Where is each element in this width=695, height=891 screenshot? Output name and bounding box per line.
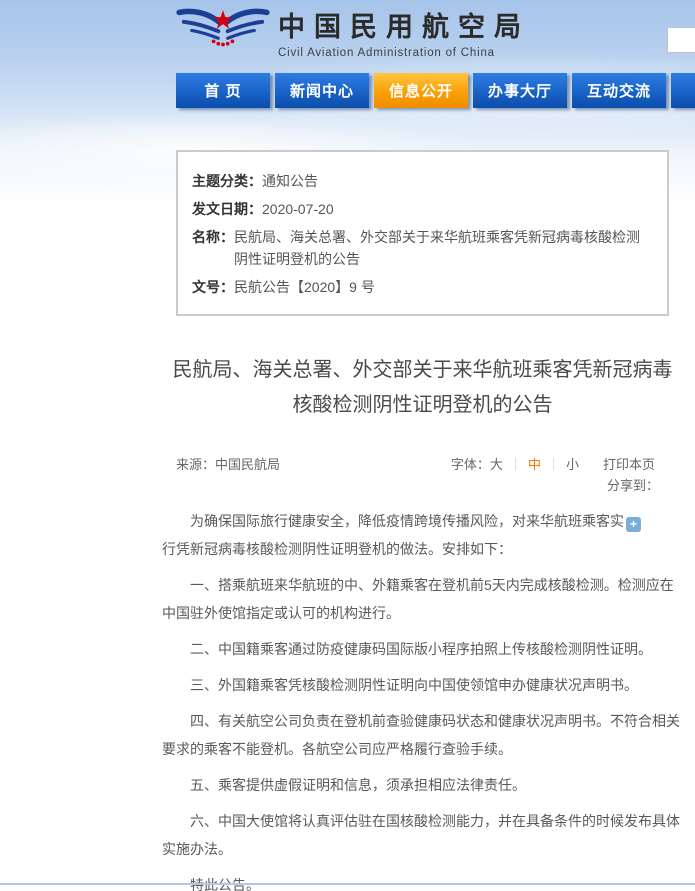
red-star [214,10,233,29]
meta-value: 通知公告 [262,170,318,192]
meta-row-date: 发文日期： 2020-07-20 [192,198,653,220]
search-input[interactable] [667,27,695,53]
nav-tab-info-disclosure[interactable]: 信息公开 [374,73,468,108]
paragraph-item-3: 三、外国籍乘客凭核酸检测阴性证明向中国使领馆申办健康状况声明书。 [162,671,683,699]
font-size-medium-button[interactable]: 中 [528,457,541,472]
font-size-small-button[interactable]: 小 [566,457,579,472]
meta-value: 民航公告【2020】9 号 [234,276,375,298]
print-page-button[interactable]: 打印本页 [603,457,655,472]
share-row: 分享到： [162,475,683,497]
meta-value: 2020-07-20 [262,198,334,220]
article-source: 来源：中国民航局 [176,455,280,475]
nav-tab-service-hall[interactable]: 办事大厅 [473,73,567,108]
document-meta-box: 主题分类： 通知公告 发文日期： 2020-07-20 名称： 民航局、海关总署… [176,150,669,316]
paragraph-closing: 特此公告。 [162,871,683,891]
article-panel: 主题分类： 通知公告 发文日期： 2020-07-20 名称： 民航局、海关总署… [162,140,683,891]
site-header: 中国民用航空局 Civil Aviation Administration of… [176,4,530,60]
caac-wings-logo-icon[interactable] [176,4,270,60]
meta-label: 名称： [192,226,234,270]
meta-label: 文号： [192,276,234,298]
footer-divider [0,883,695,885]
meta-label: 主题分类： [192,170,262,192]
paragraph-item-5: 五、乘客提供虚假证明和信息，须承担相应法律责任。 [162,771,683,799]
nav-tab-interaction[interactable]: 互动交流 [572,73,666,108]
nav-tab-news[interactable]: 新闻中心 [275,73,369,108]
meta-row-doc-number: 文号： 民航公告【2020】9 号 [192,276,653,298]
share-more-icon[interactable]: + [626,517,641,532]
meta-value: 民航局、海关总署、外交部关于来华航班乘客凭新冠病毒核酸检测阴性证明登机的公告 [234,226,653,270]
site-title-en: Civil Aviation Administration of China [278,47,530,59]
font-size-controls: 字体：大｜中｜小打印本页 [451,455,655,475]
site-title-cn: 中国民用航空局 [278,5,530,44]
meta-row-category: 主题分类： 通知公告 [192,170,653,192]
article-body: 为确保国际旅行健康安全，降低疫情跨境传播风险，对来华航班乘客实+行凭新冠病毒核酸… [162,507,683,891]
share-to-label: 分享到： [607,478,659,493]
source-row: 来源：中国民航局 字体：大｜中｜小打印本页 [162,455,683,475]
meta-row-name: 名称： 民航局、海关总署、外交部关于来华航班乘客凭新冠病毒核酸检测阴性证明登机的… [192,226,653,270]
paragraph-item-4: 四、有关航空公司负责在登机前查验健康码状态和健康状况声明书。不符合相关要求的乘客… [162,707,683,763]
font-size-label: 字体： [451,457,490,472]
meta-label: 发文日期： [192,198,262,220]
paragraph-intro: 为确保国际旅行健康安全，降低疫情跨境传播风险，对来华航班乘客实+行凭新冠病毒核酸… [162,507,683,563]
nav-tab-partial[interactable] [671,73,695,108]
paragraph-item-2: 二、中国籍乘客通过防疫健康码国际版小程序拍照上传核酸检测阴性证明。 [162,635,683,663]
paragraph-item-1: 一、搭乘航班来华航班的中、外籍乘客在登机前5天内完成核酸检测。检测应在中国驻外使… [162,571,683,627]
font-size-large-button[interactable]: 大 [490,457,503,472]
paragraph-item-6: 六、中国大使馆将认真评估驻在国核酸检测能力，并在具备条件的时候发布具体实施办法。 [162,807,683,863]
page-title: 民航局、海关总署、外交部关于来华航班乘客凭新冠病毒核酸检测阴性证明登机的公告 [170,353,675,423]
nav-tab-home[interactable]: 首 页 [176,73,270,108]
main-nav: 首 页 新闻中心 信息公开 办事大厅 互动交流 [176,73,695,108]
